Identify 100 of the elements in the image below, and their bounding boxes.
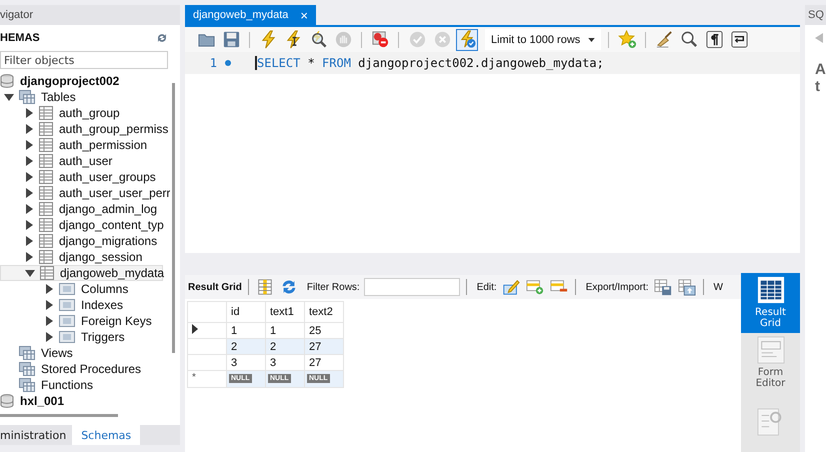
panel-tab[interactable]: Schemas [72, 425, 140, 445]
expander-icon[interactable] [24, 204, 34, 214]
expander-icon[interactable] [44, 316, 54, 326]
table-icon [39, 170, 53, 184]
expander-icon[interactable] [44, 332, 54, 342]
toolbar-label: Edit: [476, 282, 497, 292]
tree-label: auth_permission [59, 138, 148, 152]
tree-item[interactable]: Views [0, 345, 170, 361]
tree-item[interactable]: django_content_typ [0, 217, 170, 233]
tree-item[interactable]: Functions [0, 377, 170, 393]
filter-rows-field[interactable] [364, 278, 460, 296]
panel-tab[interactable]: ministration [0, 425, 72, 445]
expander-icon[interactable] [24, 140, 34, 150]
database-icon [0, 74, 14, 88]
tree-label: Views [41, 346, 73, 360]
tree-label: Stored Procedures [41, 362, 142, 376]
expander-icon[interactable] [24, 124, 34, 134]
close-tab-button[interactable]: × [300, 8, 308, 22]
tree-item[interactable]: Stored Procedures [0, 361, 170, 377]
folder-icon [59, 298, 75, 312]
tree-item[interactable]: django_admin_log [0, 201, 170, 217]
import-button[interactable] [676, 277, 697, 297]
tree-label: djangoproject002 [20, 74, 120, 88]
panel-title: vigator [0, 5, 180, 25]
tree-label: auth_group_permiss [59, 122, 168, 136]
edit-cell-button[interactable] [500, 277, 521, 297]
tree-label: Foreign Keys [81, 314, 152, 328]
refresh-icon[interactable] [156, 32, 168, 44]
panel-tab[interactable]: SQ [805, 5, 826, 25]
table-cell[interactable]: 27 [304, 338, 344, 354]
expander-icon[interactable] [24, 156, 34, 166]
result-view-tab[interactable]: Form Editor [741, 332, 800, 392]
expander-icon[interactable] [24, 252, 34, 262]
expander-icon[interactable] [24, 108, 34, 118]
expander-icon[interactable] [24, 188, 34, 198]
expander-icon[interactable] [25, 268, 35, 278]
tree-label: django_admin_log [59, 202, 158, 216]
tables-icon [19, 378, 35, 392]
table-icon [39, 154, 53, 168]
tree-item[interactable]: auth_user_user_perr [0, 185, 170, 201]
bookmark-button[interactable] [616, 28, 638, 50]
tree-item[interactable]: django_migrations [0, 233, 170, 249]
help-text: t [815, 78, 821, 95]
expander-icon[interactable] [4, 92, 14, 102]
tree-item[interactable]: Triggers [0, 329, 170, 345]
table-cell[interactable]: 2 [226, 338, 266, 354]
result-view-tab[interactable]: Result Grid [741, 273, 800, 333]
database-icon [0, 394, 14, 408]
dropdown-caret-icon [588, 38, 595, 42]
column-header[interactable]: text2 [304, 302, 344, 322]
toolbar-label: Filter Rows: [306, 282, 360, 292]
tree-item[interactable]: auth_group [0, 105, 170, 121]
row-header [188, 302, 226, 322]
tree-item[interactable]: auth_permission [0, 137, 170, 153]
column-header[interactable]: id [226, 302, 266, 322]
result-grid-title: Result Grid [188, 282, 242, 292]
tree-label: Tables [41, 90, 76, 104]
table-icon [39, 106, 53, 120]
tree-item[interactable]: django_session [0, 249, 170, 265]
autocommit-button[interactable] [456, 28, 478, 50]
tree-item[interactable]: Columns [0, 281, 170, 297]
folder-icon [59, 314, 75, 328]
tables-icon [19, 90, 35, 104]
tree-item[interactable]: auth_user [0, 153, 170, 169]
tree-item[interactable]: Tables [0, 89, 170, 105]
tree-item[interactable]: Foreign Keys [0, 313, 170, 329]
new-row-marker: * [192, 372, 196, 383]
table-cell[interactable]: 2 [266, 338, 304, 354]
tree-item[interactable]: djangoproject002 [0, 73, 170, 89]
tree-label: Triggers [81, 330, 125, 344]
limit-dropdown[interactable]: Limit to 1000 rows [485, 29, 601, 50]
column-header[interactable]: text1 [266, 302, 304, 322]
export-button[interactable] [652, 277, 673, 297]
expander-icon[interactable] [24, 220, 34, 230]
tree-label: djangoweb_mydata [60, 266, 164, 280]
tree-item[interactable]: auth_group_permiss [0, 121, 170, 137]
expander-icon[interactable] [24, 172, 34, 182]
expander-icon[interactable] [44, 284, 54, 294]
toolbar-label: Export/Import: [586, 282, 649, 292]
row-marker[interactable]: * [188, 370, 226, 388]
tree-label: hxl_001 [20, 394, 64, 408]
row-marker[interactable] [188, 338, 226, 354]
form-icon [756, 336, 784, 364]
expander-icon[interactable] [24, 236, 34, 246]
tree-label: auth_user_user_perr [59, 186, 170, 200]
expander-icon[interactable] [44, 300, 54, 310]
table-icon [39, 202, 53, 216]
editor-tab[interactable]: djangoweb_mydata × [185, 5, 316, 25]
tree-item[interactable]: auth_user_groups [0, 169, 170, 185]
folder-icon [59, 282, 75, 296]
tree-item[interactable]: djangoweb_mydata [0, 265, 163, 281]
scrollbar[interactable] [0, 414, 118, 417]
tree-item[interactable]: Indexes [0, 297, 170, 313]
filter-field[interactable]: Filter objects [0, 51, 168, 69]
scrollbar[interactable] [172, 83, 175, 353]
tree-item[interactable]: hxl_001 [0, 393, 170, 408]
toolbar-label: W [714, 282, 723, 292]
tree-label: django_migrations [59, 234, 158, 248]
table-icon [40, 266, 54, 280]
grid-icon [756, 276, 784, 304]
